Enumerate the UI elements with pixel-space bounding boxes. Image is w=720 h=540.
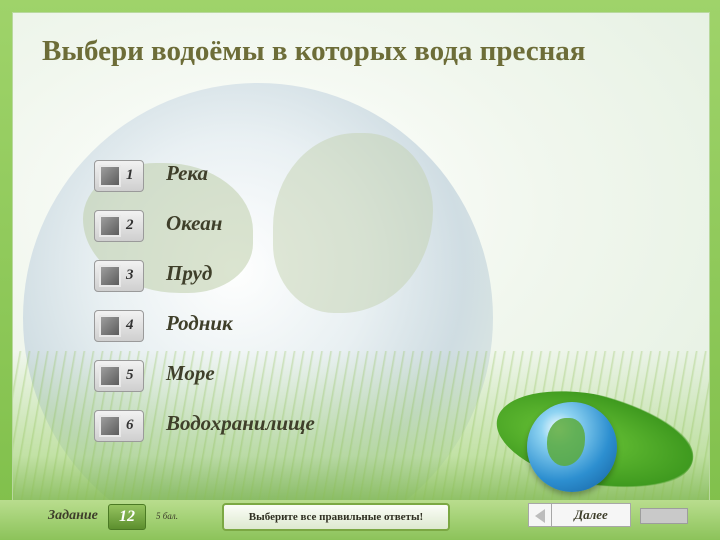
checkbox-square-icon [99,365,121,387]
next-button[interactable]: Далее [551,503,631,527]
checkbox-square-icon [99,265,121,287]
option-checkbox[interactable]: 1 [94,160,144,192]
option-1[interactable]: 1 Река [94,160,394,194]
toolbar-button[interactable] [640,508,688,524]
option-label: Река [166,161,209,185]
option-2[interactable]: 2 Океан [94,210,394,244]
option-checkbox[interactable]: 2 [94,210,144,242]
option-number: 4 [126,317,134,333]
option-5[interactable]: 5 Море [94,360,394,394]
option-3[interactable]: 3 Пруд [94,260,394,294]
back-button[interactable] [528,503,552,527]
checkbox-square-icon [99,215,121,237]
option-6[interactable]: 6 Водохранилище [94,410,394,444]
option-checkbox[interactable]: 6 [94,410,144,442]
question-title: Выбери водоёмы в которых вода пресная [42,35,586,67]
option-label: Родник [166,311,233,335]
instruction-hint: Выберите все правильные ответы! [222,503,450,531]
option-4[interactable]: 4 Родник [94,310,394,344]
option-number: 5 [126,367,134,383]
option-checkbox[interactable]: 5 [94,360,144,392]
option-label: Море [166,361,215,385]
task-number-badge: 12 [108,504,146,530]
option-label: Пруд [166,261,213,285]
option-number: 6 [126,417,134,433]
back-arrow-icon [535,509,545,523]
option-checkbox[interactable]: 4 [94,310,144,342]
checkbox-square-icon [99,165,121,187]
option-label: Океан [166,211,223,235]
option-label: Водохранилище [166,411,315,435]
checkbox-square-icon [99,315,121,337]
option-number: 3 [126,267,134,283]
option-number: 2 [126,217,134,233]
points-label: 5 бал. [156,511,178,521]
option-number: 1 [126,167,134,183]
option-checkbox[interactable]: 3 [94,260,144,292]
task-label: Задание [48,508,98,523]
checkbox-square-icon [99,415,121,437]
